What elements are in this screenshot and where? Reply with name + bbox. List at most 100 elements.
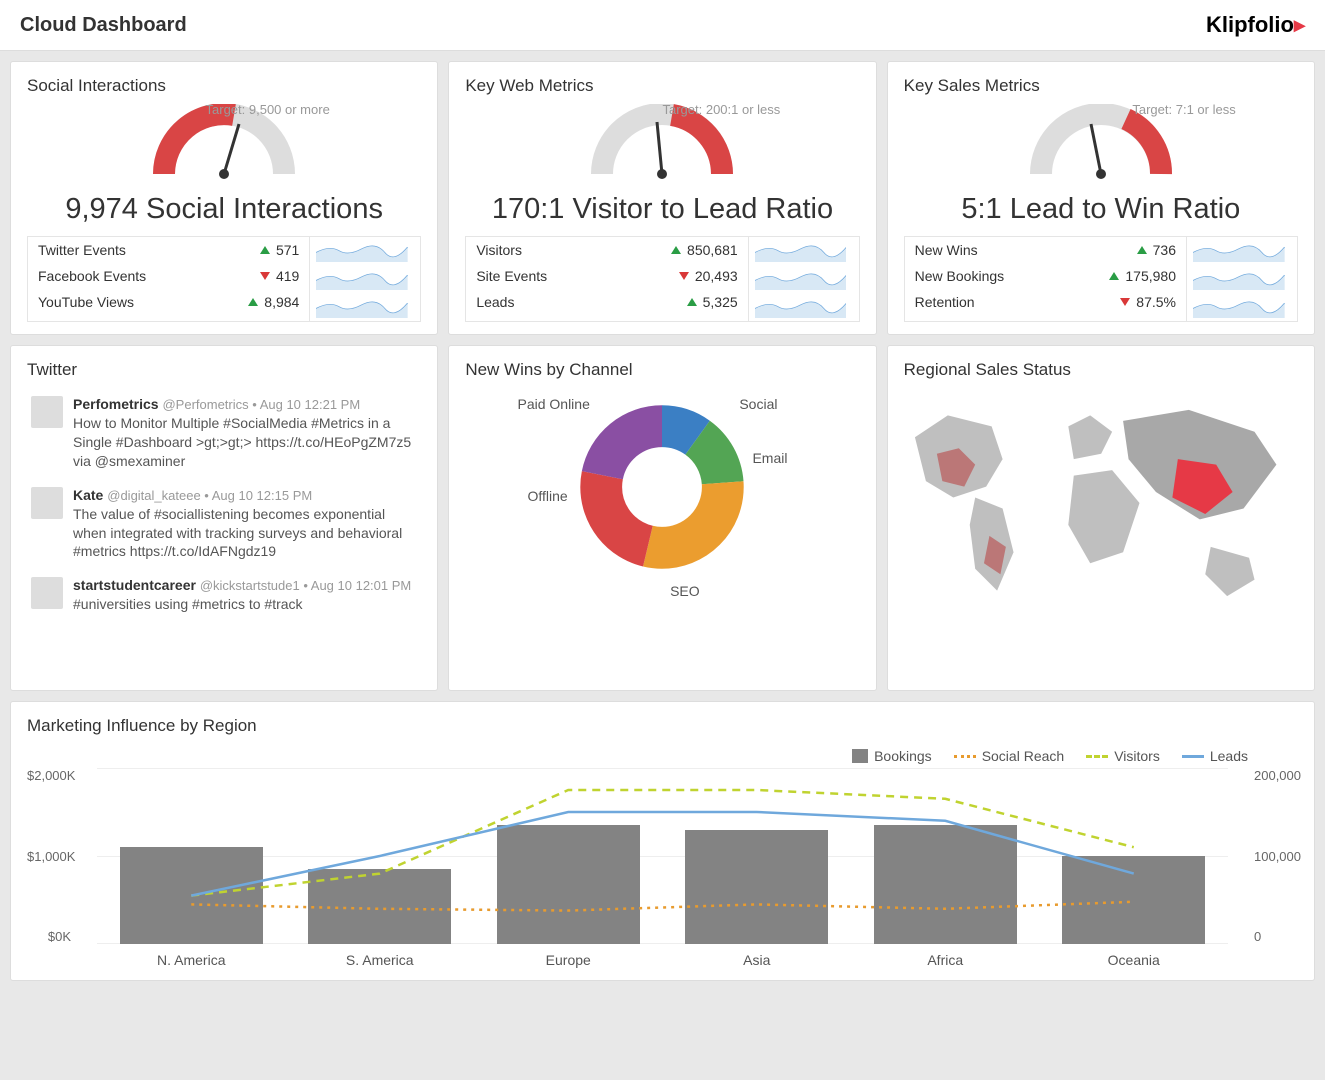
metric-table: Visitors 850,681 Site Events 20,493 Leads 5,3… xyxy=(465,236,859,322)
tweet-item[interactable]: Kate @digital_kateee • Aug 10 12:15 PM T… xyxy=(27,479,421,570)
metric-row: Leads 5,325 xyxy=(466,289,747,315)
metric-row: Retention 87.5% xyxy=(905,289,1186,315)
sparkline-icon xyxy=(316,296,408,318)
trend-down-icon xyxy=(260,272,270,280)
tweet-meta: @Perfometrics • Aug 10 12:21 PM xyxy=(162,397,360,412)
trend-up-icon xyxy=(1109,272,1119,280)
tweet-username: startstudentcareer xyxy=(73,577,196,593)
gauge-target: Target: 7:1 or less xyxy=(1132,102,1235,117)
brand-logo: Klipfolio▸ xyxy=(1206,12,1305,38)
trend-up-icon xyxy=(687,298,697,306)
metric-row: Site Events 20,493 xyxy=(466,263,747,289)
avatar xyxy=(31,396,63,428)
metric-value: 175,980 xyxy=(1125,268,1176,284)
donut-label-email: Email xyxy=(752,450,787,466)
donut-label-seo: SEO xyxy=(670,583,700,599)
metric-value: 8,984 xyxy=(264,294,299,310)
metric-label: Twitter Events xyxy=(38,242,126,258)
metric-label: Site Events xyxy=(476,268,547,284)
metric-value: 419 xyxy=(276,268,299,284)
tweet-item[interactable]: startstudentcareer @kickstartstude1 • Au… xyxy=(27,569,421,622)
tweet-meta: @kickstartstude1 • Aug 10 12:01 PM xyxy=(200,578,411,593)
metric-label: Leads xyxy=(476,294,514,310)
headline-metric: 5:1 Lead to Win Ratio xyxy=(904,193,1298,226)
metric-label: YouTube Views xyxy=(38,294,134,310)
overlay-lines xyxy=(97,768,1228,944)
card-key-sales-metrics: Key Sales Metrics Target: 7:1 or less 5:… xyxy=(887,61,1315,335)
headline-metric: 170:1 Visitor to Lead Ratio xyxy=(465,193,859,226)
card-new-wins-by-channel: New Wins by Channel Paid Online Social E… xyxy=(448,345,876,691)
sparkline-icon xyxy=(316,268,408,290)
tweet-username: Kate xyxy=(73,487,103,503)
sparkline-icon xyxy=(1193,296,1285,318)
metric-label: Facebook Events xyxy=(38,268,146,284)
metric-table: Twitter Events 571 Facebook Events 419 YouTu… xyxy=(27,236,421,322)
metric-value: 850,681 xyxy=(687,242,738,258)
chart-legend: Bookings Social Reach Visitors Leads xyxy=(27,744,1298,768)
donut-label-paid: Paid Online xyxy=(517,396,589,412)
metric-value: 87.5% xyxy=(1136,294,1176,310)
trend-down-icon xyxy=(679,272,689,280)
metric-value: 736 xyxy=(1153,242,1176,258)
metric-label: Retention xyxy=(915,294,975,310)
metric-table: New Wins 736 New Bookings 175,980 Retention 8… xyxy=(904,236,1298,322)
card-twitter: Twitter Perfometrics @Perfometrics • Aug… xyxy=(10,345,438,691)
card-marketing-influence: Marketing Influence by Region Bookings S… xyxy=(10,701,1315,981)
gauge-target: Target: 200:1 or less xyxy=(662,102,780,117)
tweet-text: The value of #sociallistening becomes ex… xyxy=(73,505,417,562)
trend-up-icon xyxy=(260,246,270,254)
card-title: Key Sales Metrics xyxy=(904,76,1298,96)
metric-row: Visitors 850,681 xyxy=(466,237,747,263)
avatar xyxy=(31,487,63,519)
avatar xyxy=(31,577,63,609)
tweet-list[interactable]: Perfometrics @Perfometrics • Aug 10 12:2… xyxy=(27,388,421,678)
page-title: Cloud Dashboard xyxy=(20,14,187,37)
metric-row: New Wins 736 xyxy=(905,237,1186,263)
gauge-target: Target: 9,500 or more xyxy=(206,102,330,117)
world-map-icon xyxy=(904,388,1298,618)
metric-row: Twitter Events 571 xyxy=(28,237,309,263)
metric-value: 20,493 xyxy=(695,268,738,284)
card-title: Regional Sales Status xyxy=(904,360,1298,380)
tweet-text: #universities using #metrics to #track xyxy=(73,595,411,614)
card-key-web-metrics: Key Web Metrics Target: 200:1 or less 17… xyxy=(448,61,876,335)
y-axis-left: $2,000K$1,000K$0K xyxy=(27,768,77,944)
card-title: Key Web Metrics xyxy=(465,76,859,96)
card-title: New Wins by Channel xyxy=(465,360,859,380)
y-axis-right: 200,000100,0000 xyxy=(1248,768,1298,944)
sparkline-icon xyxy=(1193,240,1285,262)
trend-up-icon xyxy=(248,298,258,306)
tweet-item[interactable]: Perfometrics @Perfometrics • Aug 10 12:2… xyxy=(27,388,421,479)
card-regional-sales-status: Regional Sales Status xyxy=(887,345,1315,691)
metric-value: 5,325 xyxy=(703,294,738,310)
legend-swatch-bookings xyxy=(852,749,868,763)
sparkline-icon xyxy=(755,296,847,318)
tweet-text: How to Monitor Multiple #SocialMedia #Me… xyxy=(73,414,417,471)
legend-swatch-visitors xyxy=(1086,755,1108,758)
metric-row: Facebook Events 419 xyxy=(28,263,309,289)
card-social-interactions: Social Interactions Target: 9,500 or mor… xyxy=(10,61,438,335)
trend-down-icon xyxy=(1120,298,1130,306)
headline-metric: 9,974 Social Interactions xyxy=(27,193,421,226)
metric-row: YouTube Views 8,984 xyxy=(28,289,309,315)
combo-chart xyxy=(97,768,1228,944)
metric-value: 571 xyxy=(276,242,299,258)
donut-chart-icon xyxy=(567,392,757,582)
tweet-username: Perfometrics xyxy=(73,396,159,412)
donut-label-offline: Offline xyxy=(527,488,567,504)
metric-label: New Wins xyxy=(915,242,978,258)
card-title: Social Interactions xyxy=(27,76,421,96)
legend-swatch-social xyxy=(954,755,976,758)
metric-label: New Bookings xyxy=(915,268,1005,284)
metric-row: New Bookings 175,980 xyxy=(905,263,1186,289)
tweet-meta: @digital_kateee • Aug 10 12:15 PM xyxy=(107,488,312,503)
header: Cloud Dashboard Klipfolio▸ xyxy=(0,0,1325,51)
sparkline-icon xyxy=(755,240,847,262)
trend-up-icon xyxy=(671,246,681,254)
x-axis: N. AmericaS. AmericaEuropeAsiaAfricaOcea… xyxy=(97,952,1228,968)
sparkline-icon xyxy=(1193,268,1285,290)
card-title: Marketing Influence by Region xyxy=(27,716,1298,736)
metric-label: Visitors xyxy=(476,242,522,258)
legend-swatch-leads xyxy=(1182,755,1204,758)
card-title: Twitter xyxy=(27,360,421,380)
